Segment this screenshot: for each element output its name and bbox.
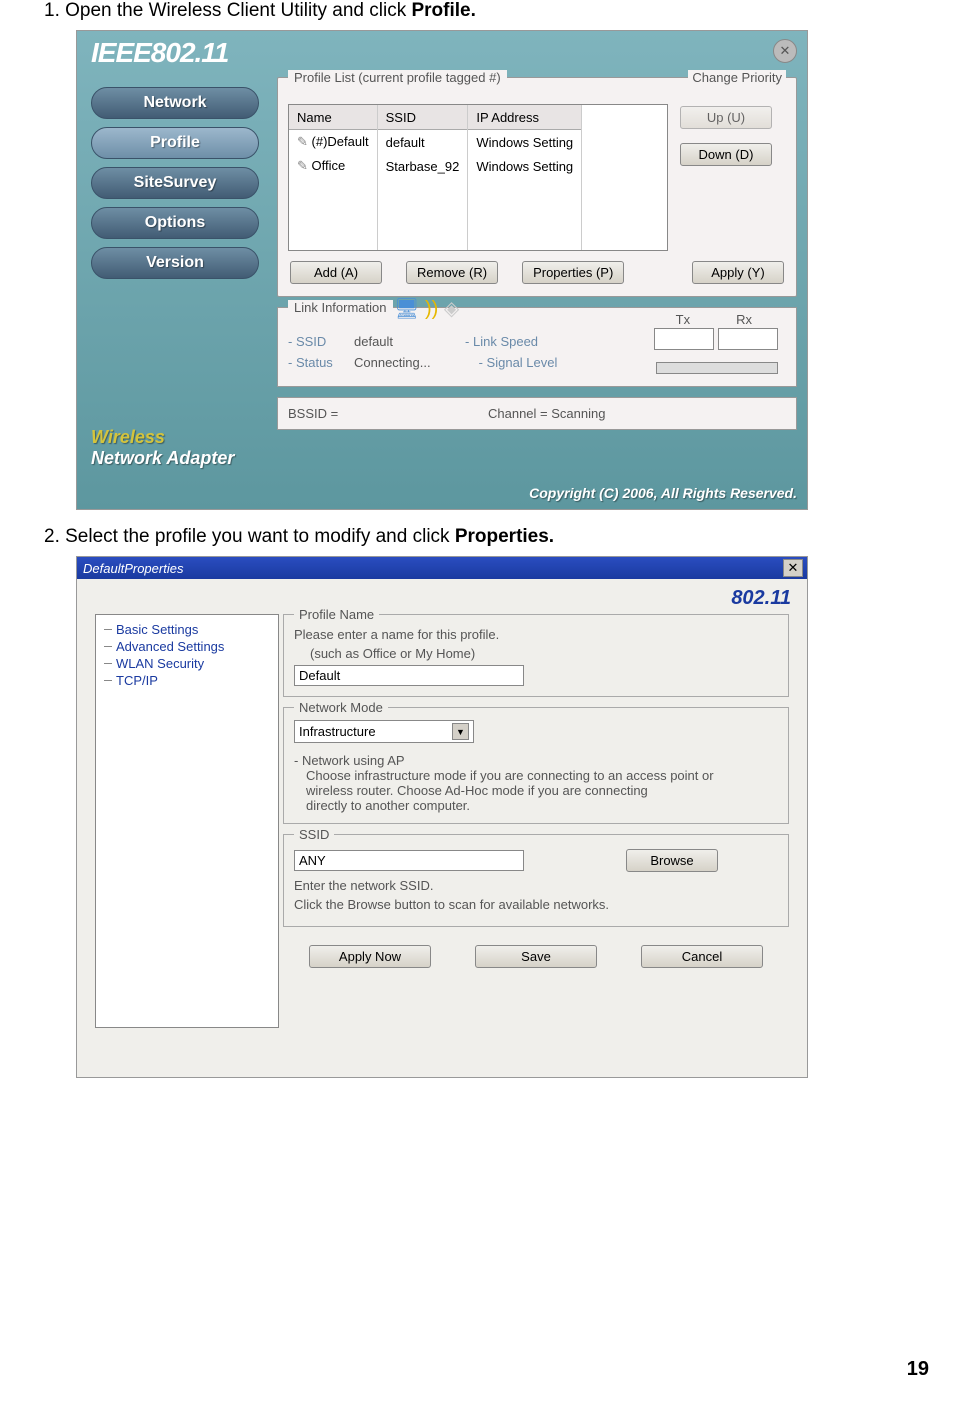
signal-level-bar [656,362,778,374]
signal-label: - Signal Level [479,355,558,370]
col-name[interactable]: Name [289,105,377,130]
col-ip[interactable]: IP Address [468,105,582,130]
browse-button[interactable]: Browse [626,849,718,872]
table-row[interactable]: ✎ Office Starbase_92Windows Setting [289,154,582,178]
table-header[interactable]: Name SSID IP Address [289,105,582,130]
profile-name-legend: Profile Name [294,607,379,622]
table-row[interactable]: ✎ (#)Default defaultWindows Setting [289,130,582,155]
add-button[interactable]: Add (A) [290,261,382,284]
link-info-group: Link Information 🖥 )) ◈ TxRx - SSID defa… [277,307,797,387]
txrx-boxes [654,328,778,350]
bssid-bar: BSSID = Channel = Scanning [277,397,797,430]
channel-label: Channel = Scanning [488,406,605,421]
profile-name-group: Profile Name Please enter a name for thi… [283,614,789,697]
change-priority-label: Change Priority [688,70,786,85]
network-mode-note: - Network using AP [294,753,778,768]
txrx-labels: TxRx [676,312,752,327]
apply-button[interactable]: Apply (Y) [692,261,784,284]
down-button[interactable]: Down (D) [680,143,772,166]
ssid-input[interactable] [294,850,524,871]
chevron-down-icon[interactable]: ▼ [452,723,469,740]
step-2: 2. Select the profile you want to modify… [40,526,929,548]
dialog-title: DefaultProperties [83,561,183,576]
table-row[interactable] [289,226,582,250]
ssid-legend: SSID [294,827,334,842]
page-number: 19 [907,1358,929,1381]
tree-item-tcpip[interactable]: TCP/IP [102,672,272,689]
logo-ieee80211: IEEE802.11 [91,37,228,69]
up-button[interactable]: Up (U) [680,106,772,129]
wireless-adapter-label: WirelessNetwork Adapter [91,427,234,469]
table-row[interactable] [289,178,582,202]
nav-profile[interactable]: Profile [91,127,259,159]
network-mode-select[interactable]: Infrastructure▼ [294,720,474,743]
profile-list-group: Profile List (current profile tagged #) … [277,77,797,297]
bssid-label: BSSID = [288,406,488,421]
tree-item-advanced[interactable]: Advanced Settings [102,638,272,655]
ssid-group: SSID Browse Enter the network SSID. Clic… [283,834,789,927]
nav-version[interactable]: Version [91,247,259,279]
profile-name-hint1: Please enter a name for this profile. [294,627,778,642]
profile-name-input[interactable] [294,665,524,686]
settings-tree[interactable]: Basic Settings Advanced Settings WLAN Se… [95,614,279,1028]
network-mode-legend: Network Mode [294,700,388,715]
network-mode-sub2: wireless router. Choose Ad-Hoc mode if y… [306,783,778,798]
copyright-text: Copyright (C) 2006, All Rights Reserved. [529,485,797,501]
link-info-icons: 🖥 )) ◈ [394,296,459,321]
network-mode-sub1: Choose infrastructure mode if you are co… [306,768,778,783]
ssid-hint2: Click the Browse button to scan for avai… [294,897,778,912]
nav-sitesurvey[interactable]: SiteSurvey [91,167,259,199]
profile-table[interactable]: Name SSID IP Address ✎ (#)Default defaul… [288,104,668,251]
nav-options[interactable]: Options [91,207,259,239]
brand-80211: 802.11 [77,579,807,614]
close-icon[interactable]: ✕ [773,39,797,63]
screenshot-1: IEEE802.11 ✕ Network Profile SiteSurvey … [76,30,808,510]
remove-button[interactable]: Remove (R) [406,261,498,284]
tree-item-basic[interactable]: Basic Settings [102,621,272,638]
save-button[interactable]: Save [475,945,597,968]
step-1: 1. Open the Wireless Client Utility and … [40,0,929,22]
cancel-button[interactable]: Cancel [641,945,763,968]
properties-button[interactable]: Properties (P) [522,261,624,284]
dialog-titlebar: DefaultProperties ✕ [77,557,807,579]
link-info-title: Link Information [288,300,393,315]
table-row[interactable] [289,202,582,226]
nav-network[interactable]: Network [91,87,259,119]
col-ssid[interactable]: SSID [377,105,468,130]
status-value: Connecting... [354,355,431,370]
network-mode-group: Network Mode Infrastructure▼ - Network u… [283,707,789,824]
profile-list-title: Profile List (current profile tagged #) [288,70,507,85]
ssid-label: - SSID [288,334,342,349]
ssid-hint1: Enter the network SSID. [294,878,778,893]
tree-item-wlan[interactable]: WLAN Security [102,655,272,672]
linkspeed-label: - Link Speed [465,334,538,349]
screenshot-2: DefaultProperties ✕ 802.11 Basic Setting… [76,556,808,1078]
network-mode-sub3: directly to another computer. [306,798,778,813]
ssid-value: default [354,334,393,349]
status-label: - Status [288,355,342,370]
sidebar-nav: Network Profile SiteSurvey Options Versi… [91,87,259,279]
profile-name-hint2: (such as Office or My Home) [310,646,778,661]
apply-now-button[interactable]: Apply Now [309,945,431,968]
close-icon[interactable]: ✕ [783,559,803,577]
